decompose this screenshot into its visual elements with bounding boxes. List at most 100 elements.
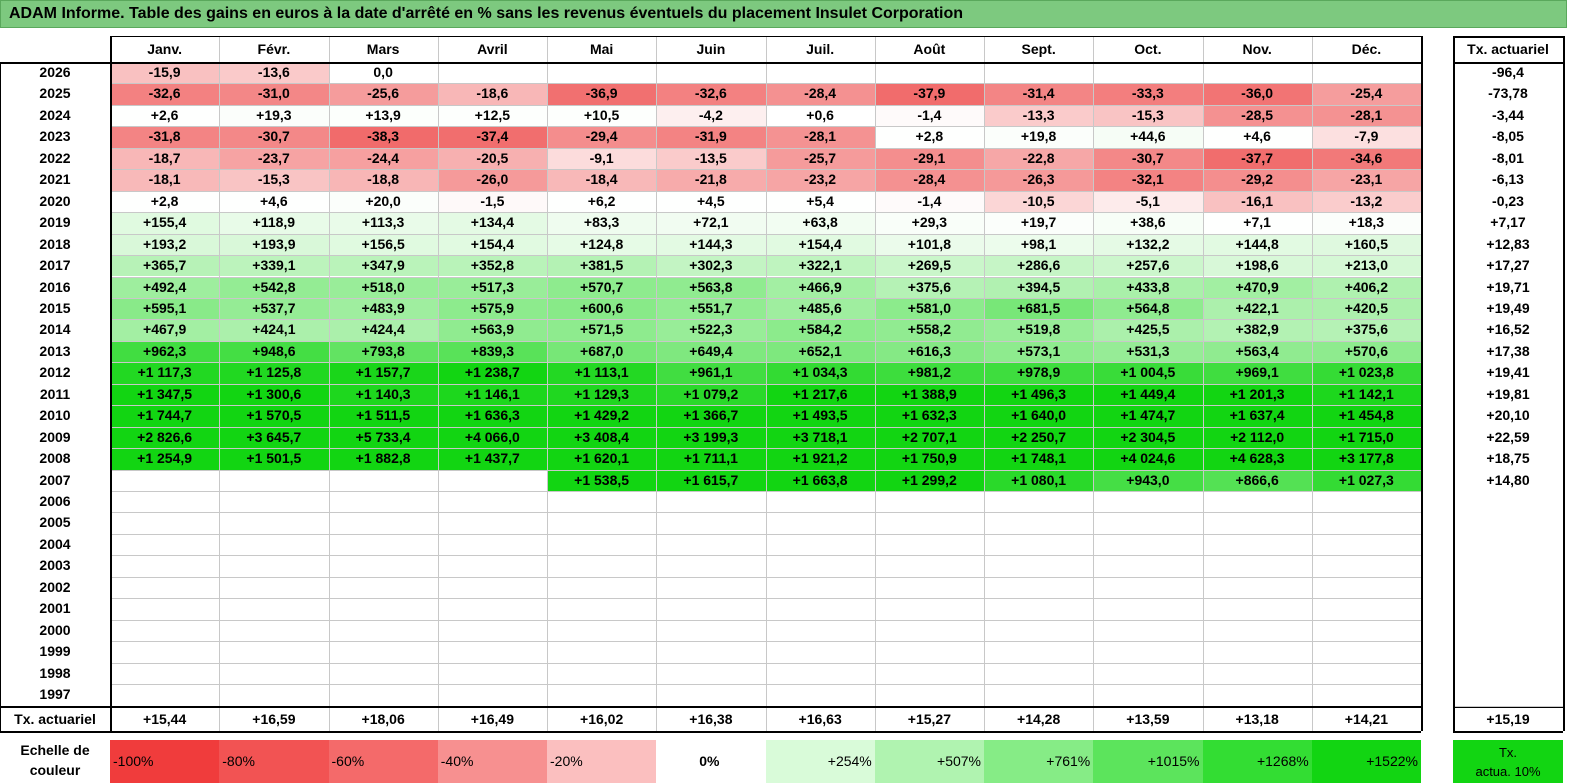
grid-line: [437, 36, 439, 706]
year-label: 2007: [39, 471, 71, 488]
gain-cell: +1 023,8: [1311, 362, 1421, 384]
gain-cell: -32,6: [656, 83, 766, 105]
gain-cell: [110, 662, 220, 685]
gain-cell: -28,5: [1202, 104, 1312, 127]
gain-cell: +198,6: [1202, 255, 1312, 277]
year-label: 2008: [39, 450, 71, 467]
gain-cell: +1 921,2: [765, 448, 875, 470]
grid-line: [219, 36, 221, 706]
total-cell: +18,06: [361, 711, 405, 727]
gain-cell: +1 146,1: [437, 383, 547, 406]
gain-cell: [1311, 491, 1421, 513]
gain-cell: -18,1: [110, 169, 220, 191]
gain-cell: +563,8: [656, 276, 766, 298]
gain-cell: +571,5: [547, 319, 657, 341]
gain-cell: +5 733,4: [328, 426, 438, 449]
gain-cell: -26,0: [437, 169, 547, 191]
gain-cell: [110, 533, 220, 556]
year-label: 2019: [39, 214, 71, 231]
month-header: Mai: [589, 41, 614, 57]
gain-cell: -37,9: [874, 83, 984, 105]
gain-cell: [765, 619, 875, 642]
gain-cell: +3 199,3: [656, 426, 766, 449]
gain-cell: -37,7: [1202, 147, 1312, 170]
gain-cell: [437, 684, 547, 706]
grid-line: [219, 707, 221, 731]
gain-cell: -1,4: [874, 104, 984, 127]
gain-cell: +160,5: [1311, 233, 1421, 256]
gain-cell: +551,7: [656, 297, 766, 320]
gain-cell: [1093, 555, 1203, 577]
gain-cell: +600,6: [547, 297, 657, 320]
gain-cell: +1 620,1: [547, 448, 657, 470]
gain-cell: -13,3: [984, 104, 1094, 127]
gain-cell: +98,1: [984, 233, 1094, 256]
gain-cell: +519,8: [984, 319, 1094, 341]
gain-cell: +1 632,3: [874, 405, 984, 427]
gain-cell: +1 538,5: [547, 469, 657, 491]
gain-cell: +1 347,5: [110, 383, 220, 406]
gain-cell: -15,9: [110, 62, 220, 84]
gain-cell: +375,6: [1311, 319, 1421, 341]
grid-line: [1453, 707, 1563, 708]
rate-cell: +19,71: [1486, 278, 1530, 295]
scale-rate-swatch: Tx. actua. 10%: [1453, 740, 1563, 783]
gain-cell: [874, 555, 984, 577]
gain-cell: +1 570,5: [219, 405, 329, 427]
gain-cell: -29,1: [874, 147, 984, 170]
gain-cell: +2,6: [110, 104, 220, 127]
year-label: 2023: [39, 128, 71, 145]
gain-cell: +1 201,3: [1202, 383, 1312, 406]
month-header: Oct.: [1134, 41, 1162, 57]
gain-cell: -5,1: [1093, 190, 1203, 213]
gain-cell: [1202, 619, 1312, 642]
gain-cell: [874, 598, 984, 620]
grid-line: [765, 36, 767, 706]
gain-cell: -33,3: [1093, 83, 1203, 105]
gain-cell: -18,6: [437, 83, 547, 105]
gain-cell: +1 113,1: [547, 362, 657, 384]
rate-cell: [1453, 555, 1563, 576]
scale-label: Echelle de couleur: [0, 740, 110, 783]
grid-line: [1453, 36, 1563, 38]
gain-cell: [219, 533, 329, 556]
gain-cell: [984, 641, 1094, 663]
gain-cell: [656, 619, 766, 642]
gain-cell: +839,3: [437, 340, 547, 363]
gain-cell: +1 142,1: [1311, 383, 1421, 406]
rate-cell: [1453, 534, 1563, 555]
gain-cell: [1093, 62, 1203, 84]
gain-cell: [1093, 684, 1203, 706]
gain-cell: [656, 684, 766, 706]
gain-cell: +1 299,2: [874, 469, 984, 491]
gain-cell: [219, 555, 329, 577]
year-label: 2014: [39, 321, 71, 338]
gain-cell: +3 408,4: [547, 426, 657, 449]
month-header: Avril: [477, 41, 508, 57]
gain-cell: [1093, 533, 1203, 556]
gain-cell: [437, 469, 547, 491]
gain-cell: -34,6: [1311, 147, 1421, 170]
gain-cell: [1311, 512, 1421, 534]
month-header: Juil.: [806, 41, 835, 57]
gain-cell: +12,5: [437, 104, 547, 127]
gain-cell: +155,4: [110, 212, 220, 234]
gain-cell: +470,9: [1202, 276, 1312, 298]
gain-cell: +5,4: [765, 190, 875, 213]
gain-cell: -10,5: [984, 190, 1094, 213]
gain-cell: [1202, 684, 1312, 706]
grid-line: [110, 36, 112, 731]
rate-cell: -96,4: [1492, 64, 1524, 80]
gain-cell: [1311, 62, 1421, 84]
year-label: 2013: [39, 342, 71, 359]
gain-cell: [547, 619, 657, 642]
gain-cell: +4,5: [656, 190, 766, 213]
gain-cell: +433,8: [1093, 276, 1203, 298]
year-label: 2012: [39, 364, 71, 381]
gain-cell: -31,4: [984, 83, 1094, 105]
gain-cell: +1 254,9: [110, 448, 220, 470]
gain-cell: +422,1: [1202, 297, 1312, 320]
gain-cell: +2 826,6: [110, 426, 220, 449]
gain-cell: +134,4: [437, 212, 547, 234]
gain-cell: [874, 512, 984, 534]
